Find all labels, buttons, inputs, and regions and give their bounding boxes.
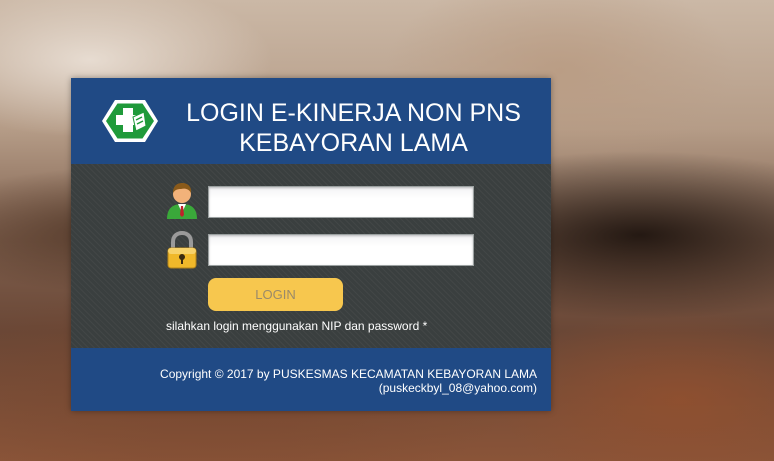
page-title: LOGIN E-KINERJA NON PNS KEBAYORAN LAMA bbox=[171, 98, 536, 158]
password-input[interactable] bbox=[208, 234, 474, 266]
contact-email: (puskeckbyl_08@yahoo.com) bbox=[378, 381, 537, 395]
puskesmas-logo-icon bbox=[102, 100, 158, 142]
copyright: Copyright © 2017 by PUSKESMAS KECAMATAN … bbox=[160, 367, 537, 395]
login-form: LOGIN silahkan login menggunakan NIP dan… bbox=[71, 164, 551, 348]
title-line-1: LOGIN E-KINERJA NON PNS bbox=[186, 99, 521, 127]
panel-footer: Copyright © 2017 by PUSKESMAS KECAMATAN … bbox=[71, 348, 551, 411]
title-line-2: KEBAYORAN LAMA bbox=[239, 129, 468, 157]
user-icon bbox=[167, 183, 197, 219]
username-input[interactable] bbox=[208, 186, 474, 218]
login-hint: silahkan login menggunakan NIP dan passw… bbox=[166, 319, 428, 333]
lock-icon bbox=[167, 231, 197, 269]
panel-header: LOGIN E-KINERJA NON PNS KEBAYORAN LAMA bbox=[71, 78, 551, 164]
login-button[interactable]: LOGIN bbox=[208, 278, 343, 311]
copyright-text: Copyright © 2017 by PUSKESMAS KECAMATAN … bbox=[160, 367, 537, 381]
login-panel: LOGIN E-KINERJA NON PNS KEBAYORAN LAMA L… bbox=[71, 78, 551, 411]
